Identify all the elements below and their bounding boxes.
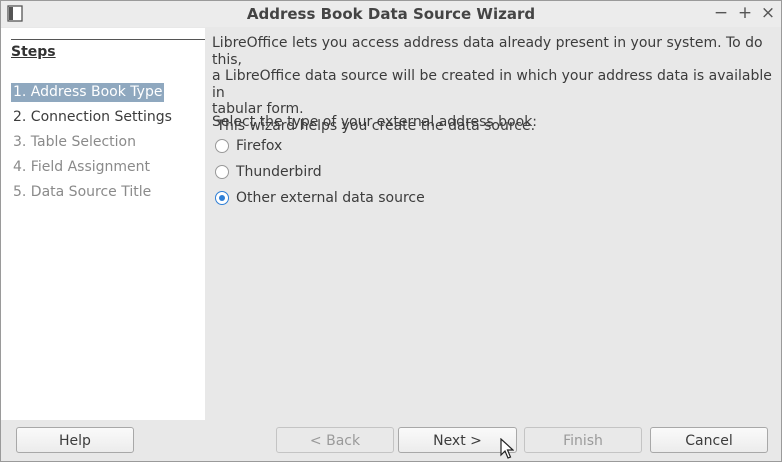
step-data-source-title: 5. Data Source Title	[13, 184, 152, 200]
close-button[interactable]: ×	[757, 2, 779, 24]
radio-button-checked[interactable]	[215, 191, 229, 205]
wizard-page: LibreOffice lets you access address data…	[206, 28, 781, 420]
radio-label[interactable]: Firefox	[236, 136, 282, 156]
step-address-book-type[interactable]: 1. Address Book Type	[11, 83, 165, 102]
address-book-type-prompt: Select the type of your external address…	[212, 114, 538, 130]
mouse-pointer-icon	[500, 438, 514, 459]
step-table-selection: 3. Table Selection	[13, 134, 136, 150]
radio-button[interactable]	[215, 165, 229, 179]
back-button[interactable]: < Back	[276, 427, 394, 453]
description-line: LibreOffice lets you access address data…	[212, 35, 763, 68]
steps-heading: Steps	[11, 44, 56, 60]
radio-button[interactable]	[215, 139, 229, 153]
maximize-button[interactable]: +	[734, 2, 756, 24]
finish-button[interactable]: Finish	[524, 427, 642, 453]
help-button[interactable]: Help	[16, 427, 134, 453]
window-title: Address Book Data Source Wizard	[246, 5, 536, 23]
wizard-window: Address Book Data Source Wizard − + × St…	[0, 0, 782, 462]
step-field-assignment: 4. Field Assignment	[13, 159, 150, 175]
radio-label[interactable]: Other external data source	[236, 188, 425, 208]
steps-sidebar: Steps 1. Address Book Type 2. Connection…	[1, 28, 205, 420]
steps-divider	[11, 39, 205, 40]
title-bar[interactable]: Address Book Data Source Wizard − + ×	[1, 1, 781, 27]
description-line: a LibreOffice data source will be create…	[212, 68, 772, 101]
minimize-button[interactable]: −	[710, 2, 732, 24]
cancel-button[interactable]: Cancel	[650, 427, 768, 453]
radio-label[interactable]: Thunderbird	[236, 162, 322, 182]
step-connection-settings[interactable]: 2. Connection Settings	[11, 108, 174, 127]
